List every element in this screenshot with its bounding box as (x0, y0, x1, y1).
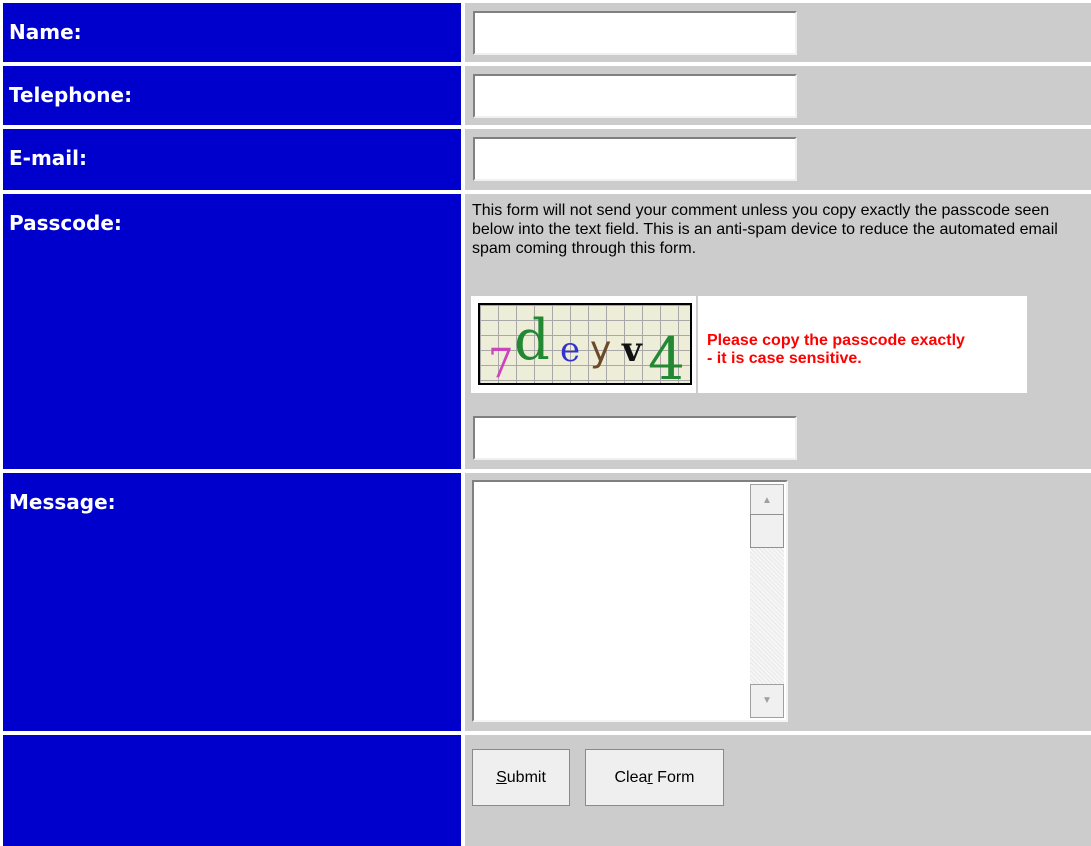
scroll-down-icon[interactable]: ▼ (750, 684, 784, 718)
scroll-thumb[interactable] (750, 514, 784, 548)
captcha-box: 7 d e y v 4 Please copy the passcode exa… (471, 296, 1027, 393)
scroll-up-icon[interactable]: ▲ (750, 484, 784, 518)
email-field-cell (465, 129, 1091, 190)
name-input[interactable] (473, 11, 797, 55)
name-field-cell (465, 3, 1091, 62)
buttons-label-cell (3, 735, 461, 846)
buttons-row: Submit Clea r Form (0, 735, 1091, 846)
passcode-instructions: This form will not send your comment unl… (472, 202, 1058, 257)
message-scrollbar[interactable]: ▲ ▼ (750, 484, 784, 718)
message-label-cell: Message: (3, 473, 461, 731)
email-label: E-mail: (9, 146, 88, 170)
submit-accesskey: S (496, 768, 507, 786)
name-row: Name: (0, 3, 1091, 62)
captcha-char-1: 7 (488, 341, 513, 383)
message-label: Message: (9, 490, 116, 514)
clear-label-after: Form (652, 768, 695, 786)
clear-form-button[interactable]: Clea r Form (585, 749, 724, 806)
passcode-label-cell: Passcode: (3, 194, 461, 469)
buttons-field-cell: Submit Clea r Form (465, 735, 1091, 846)
name-label-cell: Name: (3, 3, 461, 62)
clear-label-before: Clea (614, 768, 648, 786)
warning-line-1: Please copy the passcode exactly (707, 332, 965, 349)
warning-line-2: - it is case sensitive. (707, 350, 862, 367)
name-label: Name: (9, 20, 82, 44)
captcha-char-4: y (590, 329, 611, 370)
submit-label-rest: ubmit (506, 768, 546, 786)
telephone-label: Telephone: (9, 83, 133, 107)
captcha-divider (696, 296, 698, 393)
telephone-row: Telephone: (0, 66, 1091, 125)
submit-button[interactable]: Submit (472, 749, 570, 806)
passcode-row: Passcode: This form will not send your c… (0, 194, 1091, 469)
email-input[interactable] (473, 137, 797, 181)
captcha-char-3: e (560, 330, 580, 370)
message-textarea[interactable]: ▲ ▼ (472, 480, 788, 722)
telephone-input[interactable] (473, 74, 797, 118)
case-sensitive-warning: Please copy the passcode exactly - it is… (707, 332, 1027, 368)
captcha-char-5: v (621, 330, 643, 370)
captcha-text-graphic: 7 d e y v 4 (488, 308, 685, 383)
message-row: Message: ▲ ▼ (0, 473, 1091, 731)
email-label-cell: E-mail: (3, 129, 461, 190)
passcode-input[interactable] (473, 416, 797, 460)
email-row: E-mail: (0, 129, 1091, 190)
passcode-field-cell: This form will not send your comment unl… (465, 194, 1091, 469)
captcha-char-2: d (514, 308, 550, 373)
passcode-label: Passcode: (9, 211, 122, 235)
telephone-label-cell: Telephone: (3, 66, 461, 125)
telephone-field-cell (465, 66, 1091, 125)
captcha-image: 7 d e y v 4 (478, 303, 692, 385)
message-field-cell: ▲ ▼ (465, 473, 1091, 731)
captcha-char-6: 4 (648, 325, 685, 383)
